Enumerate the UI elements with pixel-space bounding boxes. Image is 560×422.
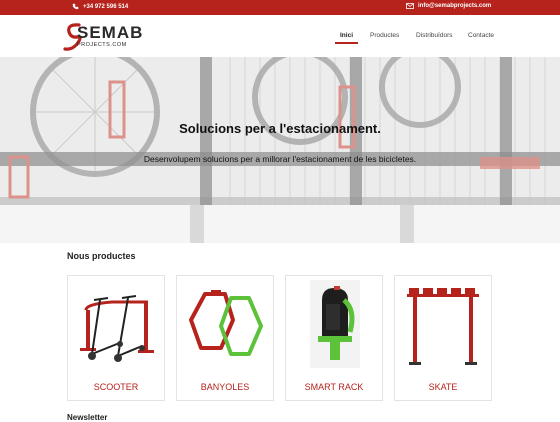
nav-contacte[interactable]: Contacte bbox=[468, 32, 494, 39]
email-address: info@semabprojects.com bbox=[418, 3, 492, 9]
site-header: SEMAB PROJECTS.COM Inici Productes Distr… bbox=[0, 15, 560, 57]
newsletter-title: Newsletter bbox=[67, 413, 108, 422]
phone-icon bbox=[72, 3, 79, 10]
nav-inici[interactable]: Inici bbox=[334, 32, 359, 44]
product-card-smart-rack[interactable]: SMART RACK bbox=[285, 275, 383, 401]
product-label-smart-rack[interactable]: SMART RACK bbox=[286, 382, 382, 392]
email-contact[interactable]: info@semabprojects.com bbox=[406, 3, 491, 9]
product-card-skate[interactable]: SKATE bbox=[394, 275, 492, 401]
product-card-banyoles[interactable]: BANYOLES bbox=[176, 275, 274, 401]
logo-subtitle: PROJECTS.COM bbox=[77, 42, 127, 48]
scooter-product-image bbox=[80, 295, 154, 362]
products-section-title: Nous productes bbox=[67, 251, 136, 261]
contact-bar: +34 972 596 514 info@semabprojects.com bbox=[0, 0, 560, 15]
phone-contact[interactable]: +34 972 596 514 bbox=[72, 3, 128, 10]
phone-number: +34 972 596 514 bbox=[83, 3, 129, 10]
banyoles-product-image bbox=[189, 290, 263, 356]
nav-productes[interactable]: Productes bbox=[370, 32, 399, 39]
logo-brand: SEMAB bbox=[77, 23, 144, 42]
envelope-icon bbox=[406, 3, 414, 9]
product-label-banyoles[interactable]: BANYOLES bbox=[177, 382, 273, 392]
smart-rack-product-image bbox=[310, 280, 360, 368]
product-label-scooter[interactable]: SCOOTER bbox=[68, 382, 164, 392]
hero-banner: Solucions per a l'estacionament. Desenvo… bbox=[0, 57, 560, 243]
hero-title: Solucions per a l'estacionament. bbox=[179, 121, 381, 136]
hero-subtitle: Desenvolupem solucions per a millorar l'… bbox=[143, 154, 417, 164]
hero-overlay bbox=[0, 57, 560, 243]
skate-product-image bbox=[407, 288, 479, 365]
product-label-skate[interactable]: SKATE bbox=[395, 382, 491, 392]
nav-distribuidors[interactable]: Distribuïdors bbox=[416, 32, 452, 39]
product-card-scooter[interactable]: SCOOTER bbox=[67, 275, 165, 401]
semab-logo[interactable]: SEMAB PROJECTS.COM bbox=[63, 22, 143, 52]
